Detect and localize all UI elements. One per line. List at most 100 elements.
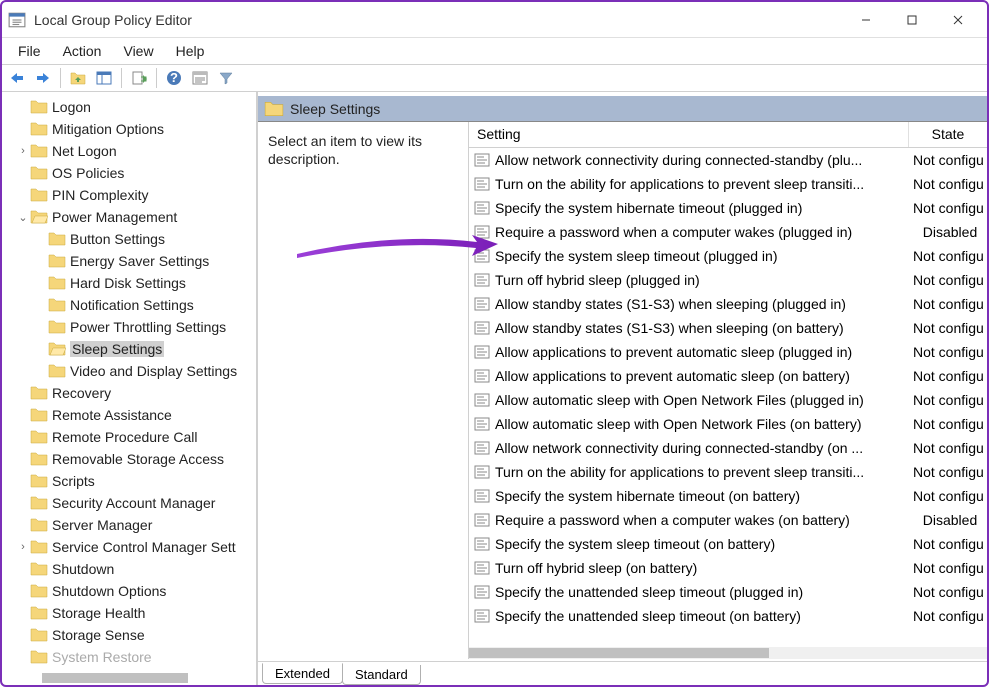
setting-row[interactable]: Require a password when a computer wakes… <box>469 508 987 532</box>
setting-row[interactable]: Allow automatic sleep with Open Network … <box>469 412 987 436</box>
setting-row[interactable]: Turn on the ability for applications to … <box>469 460 987 484</box>
list-header: Setting State <box>469 122 987 148</box>
setting-row[interactable]: Require a password when a computer wakes… <box>469 220 987 244</box>
expand-icon[interactable]: › <box>16 145 30 157</box>
setting-row[interactable]: Allow network connectivity during connec… <box>469 148 987 172</box>
tree-node[interactable]: Storage Sense <box>2 624 256 646</box>
help-button[interactable]: ? <box>163 67 185 89</box>
setting-state: Not configu <box>909 608 987 624</box>
tree-label: Mitigation Options <box>52 121 164 137</box>
tree-node[interactable]: Removable Storage Access <box>2 448 256 470</box>
setting-state: Not configu <box>909 416 987 432</box>
setting-name: Allow automatic sleep with Open Network … <box>495 416 909 432</box>
tree-label: Service Control Manager Sett <box>52 539 236 555</box>
back-button[interactable] <box>6 67 28 89</box>
section-header: Sleep Settings <box>258 96 987 122</box>
menu-action[interactable]: Action <box>53 41 112 61</box>
setting-row[interactable]: Turn off hybrid sleep (on battery)Not co… <box>469 556 987 580</box>
expand-icon[interactable]: › <box>16 541 30 553</box>
properties-button[interactable] <box>189 67 211 89</box>
tree-label: PIN Complexity <box>52 187 148 203</box>
settings-list: Setting State Allow network connectivity… <box>468 122 987 659</box>
menu-help[interactable]: Help <box>166 41 215 61</box>
setting-name: Allow applications to prevent automatic … <box>495 368 909 384</box>
tree-node[interactable]: Storage Health <box>2 602 256 624</box>
description-text: Select an item to view its description. <box>258 122 468 659</box>
setting-state: Not configu <box>909 488 987 504</box>
list-body[interactable]: Allow network connectivity during connec… <box>469 148 987 647</box>
up-folder-button[interactable] <box>67 67 89 89</box>
tree-node[interactable]: Energy Saver Settings <box>2 250 256 272</box>
tree-label: Recovery <box>52 385 111 401</box>
tree-node[interactable]: Mitigation Options <box>2 118 256 140</box>
maximize-button[interactable] <box>889 5 935 35</box>
setting-name: Require a password when a computer wakes… <box>495 224 909 240</box>
tree-node[interactable]: OS Policies <box>2 162 256 184</box>
setting-row[interactable]: Turn on the ability for applications to … <box>469 172 987 196</box>
column-header-setting[interactable]: Setting <box>469 122 909 147</box>
setting-row[interactable]: Specify the unattended sleep timeout (on… <box>469 604 987 628</box>
setting-row[interactable]: Allow applications to prevent automatic … <box>469 364 987 388</box>
tree-node[interactable]: Sleep Settings <box>2 338 256 360</box>
tree-node[interactable]: Recovery <box>2 382 256 404</box>
filter-button[interactable] <box>215 67 237 89</box>
tree-horizontal-scrollbar[interactable] <box>42 673 188 683</box>
setting-name: Specify the unattended sleep timeout (on… <box>495 608 909 624</box>
tree-node[interactable]: Scripts <box>2 470 256 492</box>
tree-scroll[interactable]: Logon Mitigation Options ›Net LogonOS Poli… <box>2 92 256 671</box>
tree-node[interactable]: ›Net Logon <box>2 140 256 162</box>
tree-label: Storage Health <box>52 605 145 621</box>
forward-button[interactable] <box>32 67 54 89</box>
export-button[interactable] <box>128 67 150 89</box>
setting-row[interactable]: Specify the system hibernate timeout (on… <box>469 484 987 508</box>
close-button[interactable] <box>935 5 981 35</box>
setting-row[interactable]: Allow applications to prevent automatic … <box>469 340 987 364</box>
setting-row[interactable]: Allow standby states (S1-S3) when sleepi… <box>469 292 987 316</box>
setting-row[interactable]: Allow network connectivity during connec… <box>469 436 987 460</box>
tree-node[interactable]: Shutdown Options <box>2 580 256 602</box>
expand-icon[interactable]: ⌄ <box>16 211 30 224</box>
setting-row[interactable]: Specify the system hibernate timeout (pl… <box>469 196 987 220</box>
tab-standard[interactable]: Standard <box>342 665 421 685</box>
tree-node[interactable]: Hard Disk Settings <box>2 272 256 294</box>
svg-text:?: ? <box>170 70 178 85</box>
setting-name: Specify the unattended sleep timeout (pl… <box>495 584 909 600</box>
tree-label: Security Account Manager <box>52 495 215 511</box>
setting-row[interactable]: Specify the unattended sleep timeout (pl… <box>469 580 987 604</box>
tree-node[interactable]: Security Account Manager <box>2 492 256 514</box>
tree-node[interactable]: Logon <box>2 96 256 118</box>
setting-row[interactable]: Allow automatic sleep with Open Network … <box>469 388 987 412</box>
tree-node[interactable]: Button Settings <box>2 228 256 250</box>
toolbar-separator <box>156 68 157 88</box>
setting-row[interactable]: Specify the system sleep timeout (on bat… <box>469 532 987 556</box>
tree-node[interactable]: Power Throttling Settings <box>2 316 256 338</box>
tree-node[interactable]: Video and Display Settings <box>2 360 256 382</box>
tree-label: Button Settings <box>70 231 165 247</box>
tree-node[interactable]: Server Manager <box>2 514 256 536</box>
tab-extended[interactable]: Extended <box>262 663 343 684</box>
setting-row[interactable]: Turn off hybrid sleep (plugged in)Not co… <box>469 268 987 292</box>
menu-view[interactable]: View <box>113 41 163 61</box>
tree-node[interactable]: › Service Control Manager Sett <box>2 536 256 558</box>
toolbar-separator <box>121 68 122 88</box>
tree-node[interactable]: ⌄Power Management <box>2 206 256 228</box>
setting-row[interactable]: Allow standby states (S1-S3) when sleepi… <box>469 316 987 340</box>
tree-node[interactable]: System Restore <box>2 646 256 668</box>
tree-node[interactable]: Shutdown <box>2 558 256 580</box>
window-title: Local Group Policy Editor <box>34 12 843 28</box>
setting-row[interactable]: Specify the system sleep timeout (plugge… <box>469 244 987 268</box>
tree-label: Remote Assistance <box>52 407 172 423</box>
menu-file[interactable]: File <box>8 41 51 61</box>
scrollbar-thumb[interactable] <box>469 648 769 658</box>
column-header-state[interactable]: State <box>909 122 987 147</box>
tree-node[interactable]: Notification Settings <box>2 294 256 316</box>
setting-state: Disabled <box>909 512 987 528</box>
tree-node[interactable]: Remote Assistance <box>2 404 256 426</box>
setting-state: Not configu <box>909 272 987 288</box>
list-horizontal-scrollbar[interactable] <box>469 647 987 659</box>
minimize-button[interactable] <box>843 5 889 35</box>
tree-node[interactable]: Remote Procedure Call <box>2 426 256 448</box>
tree-node[interactable]: PIN Complexity <box>2 184 256 206</box>
show-hide-tree-button[interactable] <box>93 67 115 89</box>
setting-name: Specify the system sleep timeout (on bat… <box>495 536 909 552</box>
